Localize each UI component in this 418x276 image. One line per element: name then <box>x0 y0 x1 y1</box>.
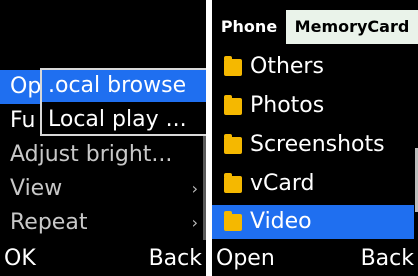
music-options-screen: Op Fu Adjust bright... View › Repeat › .… <box>0 0 206 276</box>
options-submenu: .ocal browse Local play ... <box>40 68 206 136</box>
menu-item-label: Fu <box>10 108 36 133</box>
back-softkey[interactable]: Back <box>361 242 414 276</box>
menu-item-label: Op <box>10 74 42 99</box>
storage-tabbar: Phone MemoryCard <box>212 10 418 44</box>
folder-item-label: Others <box>250 54 324 79</box>
folder-icon <box>224 95 242 115</box>
back-softkey[interactable]: Back <box>149 242 202 276</box>
folder-item-others[interactable]: Others <box>212 50 414 84</box>
menu-item-label: Repeat <box>10 210 88 235</box>
menu-item-repeat[interactable]: Repeat › <box>0 206 206 240</box>
tab-memory-card[interactable]: MemoryCard <box>286 10 418 44</box>
folder-icon <box>224 173 242 193</box>
folder-item-video[interactable]: Video <box>212 205 414 239</box>
file-browser-screen: Phone MemoryCard Others Photos Screensho… <box>212 0 418 276</box>
folder-icon <box>224 211 242 231</box>
folder-item-vcard[interactable]: vCard <box>212 167 414 201</box>
chevron-right-icon: › <box>191 179 198 198</box>
tab-phone[interactable]: Phone <box>214 10 284 44</box>
folder-item-photos[interactable]: Photos <box>212 89 414 123</box>
open-softkey[interactable]: Open <box>216 242 275 276</box>
menu-item-label: Adjust bright... <box>10 142 173 167</box>
folder-item-screenshots[interactable]: Screenshots <box>212 128 414 162</box>
folder-icon <box>224 56 242 76</box>
submenu-item-label: Local play ... <box>48 107 187 132</box>
submenu-item-label: .ocal browse <box>48 73 187 98</box>
submenu-item-local-play[interactable]: Local play ... <box>42 104 206 136</box>
folder-item-label: vCard <box>250 171 315 196</box>
chevron-right-icon: › <box>191 213 198 232</box>
folder-icon <box>224 134 242 154</box>
menu-item-adjust-brightness[interactable]: Adjust bright... <box>0 138 206 172</box>
folder-item-label: Video <box>250 209 312 234</box>
menu-item-label: View <box>10 176 63 201</box>
folder-item-label: Screenshots <box>250 132 385 157</box>
ok-softkey[interactable]: OK <box>4 242 36 276</box>
folder-item-label: Photos <box>250 93 325 118</box>
submenu-item-local-browse[interactable]: .ocal browse <box>42 70 206 102</box>
menu-item-view[interactable]: View › <box>0 172 206 206</box>
